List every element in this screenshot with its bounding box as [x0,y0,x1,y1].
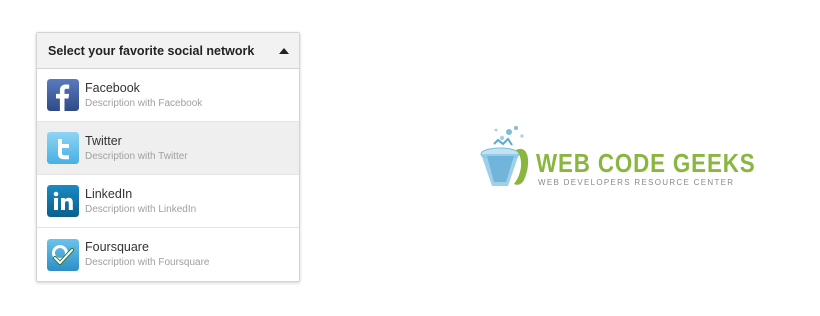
caret-up-icon[interactable] [279,47,289,54]
option-label: Facebook [85,80,140,95]
foursquare-icon [47,238,79,271]
web-code-geeks-logo: WEB CODE GEEKS WEB DEVELOPERS RESOURCE C… [478,122,755,192]
option-label: Twitter [85,133,122,148]
option-linkedin[interactable]: LinkedIn Description with LinkedIn [37,175,299,228]
facebook-icon [47,79,79,111]
bucket-splash-icon [480,126,529,186]
logo-title: WEB CODE GEEKS [536,148,756,178]
option-description: Description with Twitter [85,150,188,162]
twitter-icon [47,132,79,164]
logo-subtitle: WEB DEVELOPERS RESOURCE CENTER [538,178,735,187]
option-description: Description with Foursquare [85,257,210,268]
option-description: Description with Facebook [85,97,203,109]
option-description: Description with LinkedIn [85,203,197,215]
option-twitter[interactable]: Twitter Description with Twitter [37,122,299,175]
option-facebook[interactable]: Facebook Description with Facebook [37,69,299,122]
option-foursquare[interactable]: Foursquare Description with Foursquare [37,228,299,281]
dropdown-options: Facebook Description with Facebook Twitt… [37,69,299,281]
dropdown-header[interactable]: Select your favorite social network [37,33,299,69]
option-label: LinkedIn [85,186,133,201]
linkedin-icon [47,185,79,217]
option-label: Foursquare [85,240,149,254]
social-network-dropdown[interactable]: Select your favorite social network Face… [36,32,300,282]
dropdown-title: Select your favorite social network [48,43,255,58]
